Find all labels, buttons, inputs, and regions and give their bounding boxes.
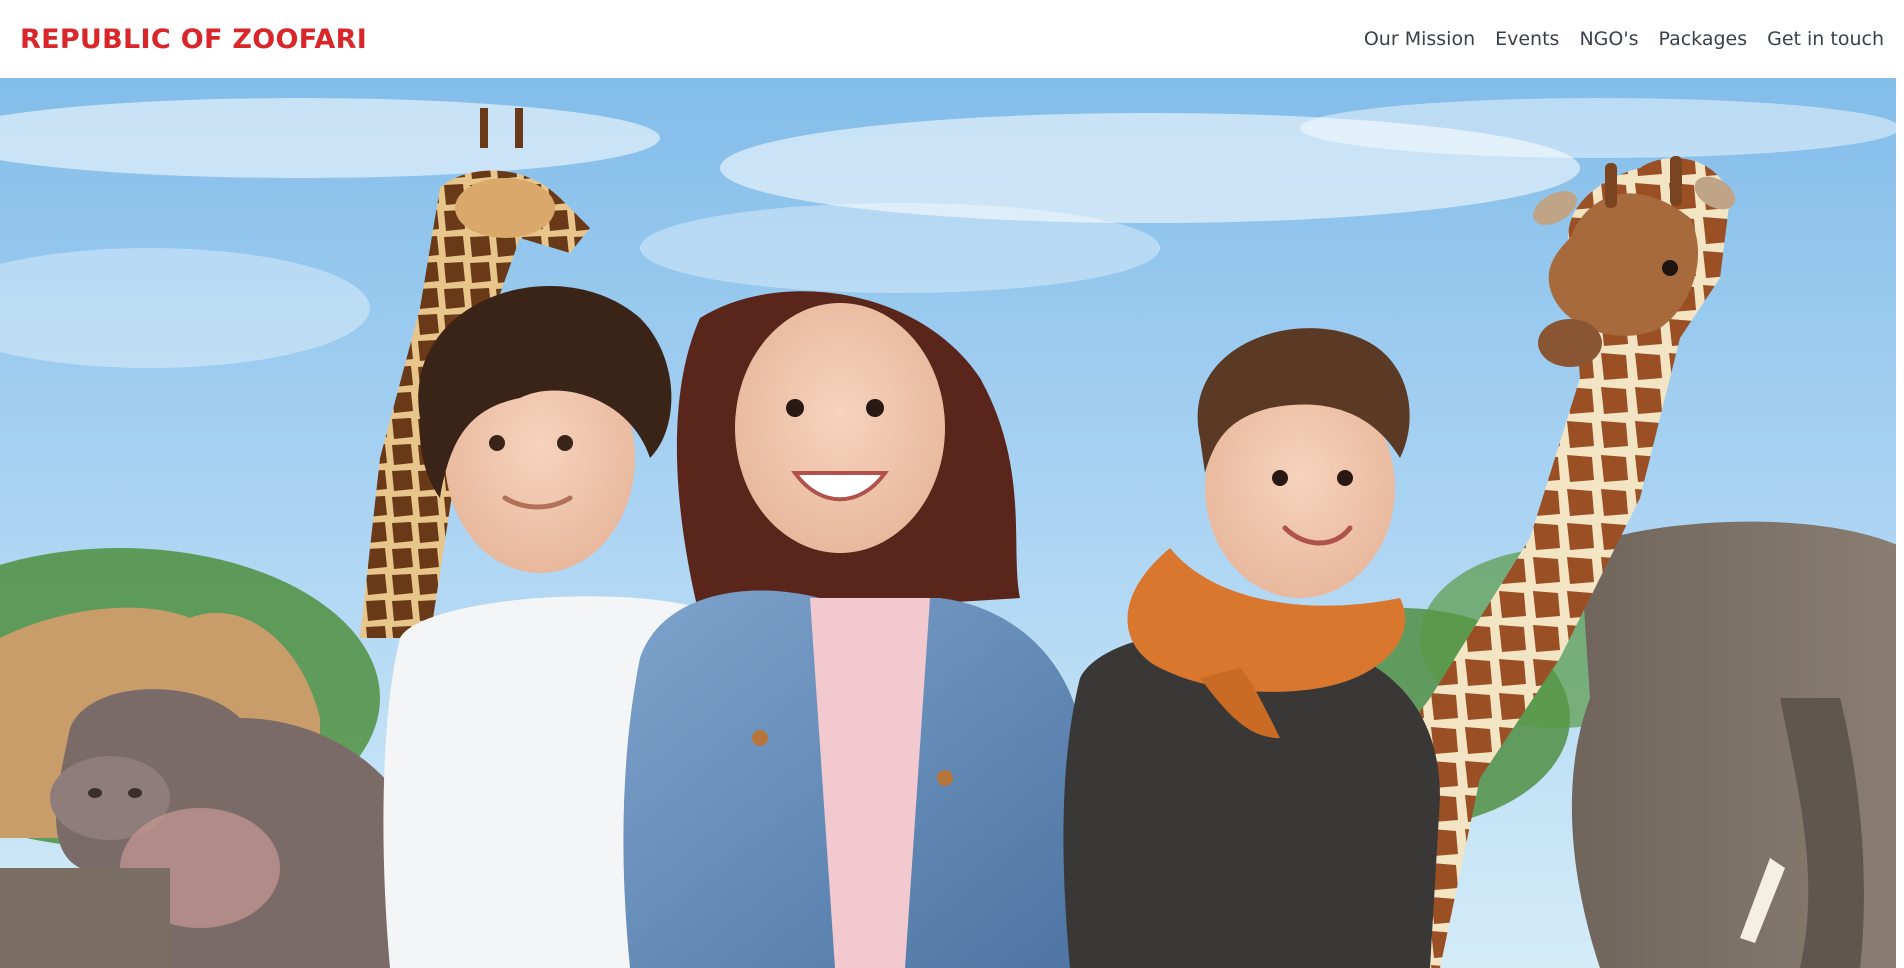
- page: REPUBLIC OF ZOOFARI Our Mission Events N…: [0, 0, 1904, 968]
- nav-events[interactable]: Events: [1495, 28, 1559, 50]
- top-navbar: REPUBLIC OF ZOOFARI Our Mission Events N…: [0, 0, 1904, 78]
- nav-packages[interactable]: Packages: [1658, 28, 1747, 50]
- nav-ngos[interactable]: NGO's: [1579, 28, 1638, 50]
- hero-image: [0, 78, 1904, 968]
- main-nav: Our Mission Events NGO's Packages Get in…: [1364, 0, 1884, 78]
- hero-banner: [0, 78, 1904, 968]
- page-edge: [1896, 0, 1904, 968]
- nav-our-mission[interactable]: Our Mission: [1364, 28, 1475, 50]
- nav-get-in-touch[interactable]: Get in touch: [1767, 28, 1884, 50]
- brand-logo[interactable]: REPUBLIC OF ZOOFARI: [20, 24, 367, 55]
